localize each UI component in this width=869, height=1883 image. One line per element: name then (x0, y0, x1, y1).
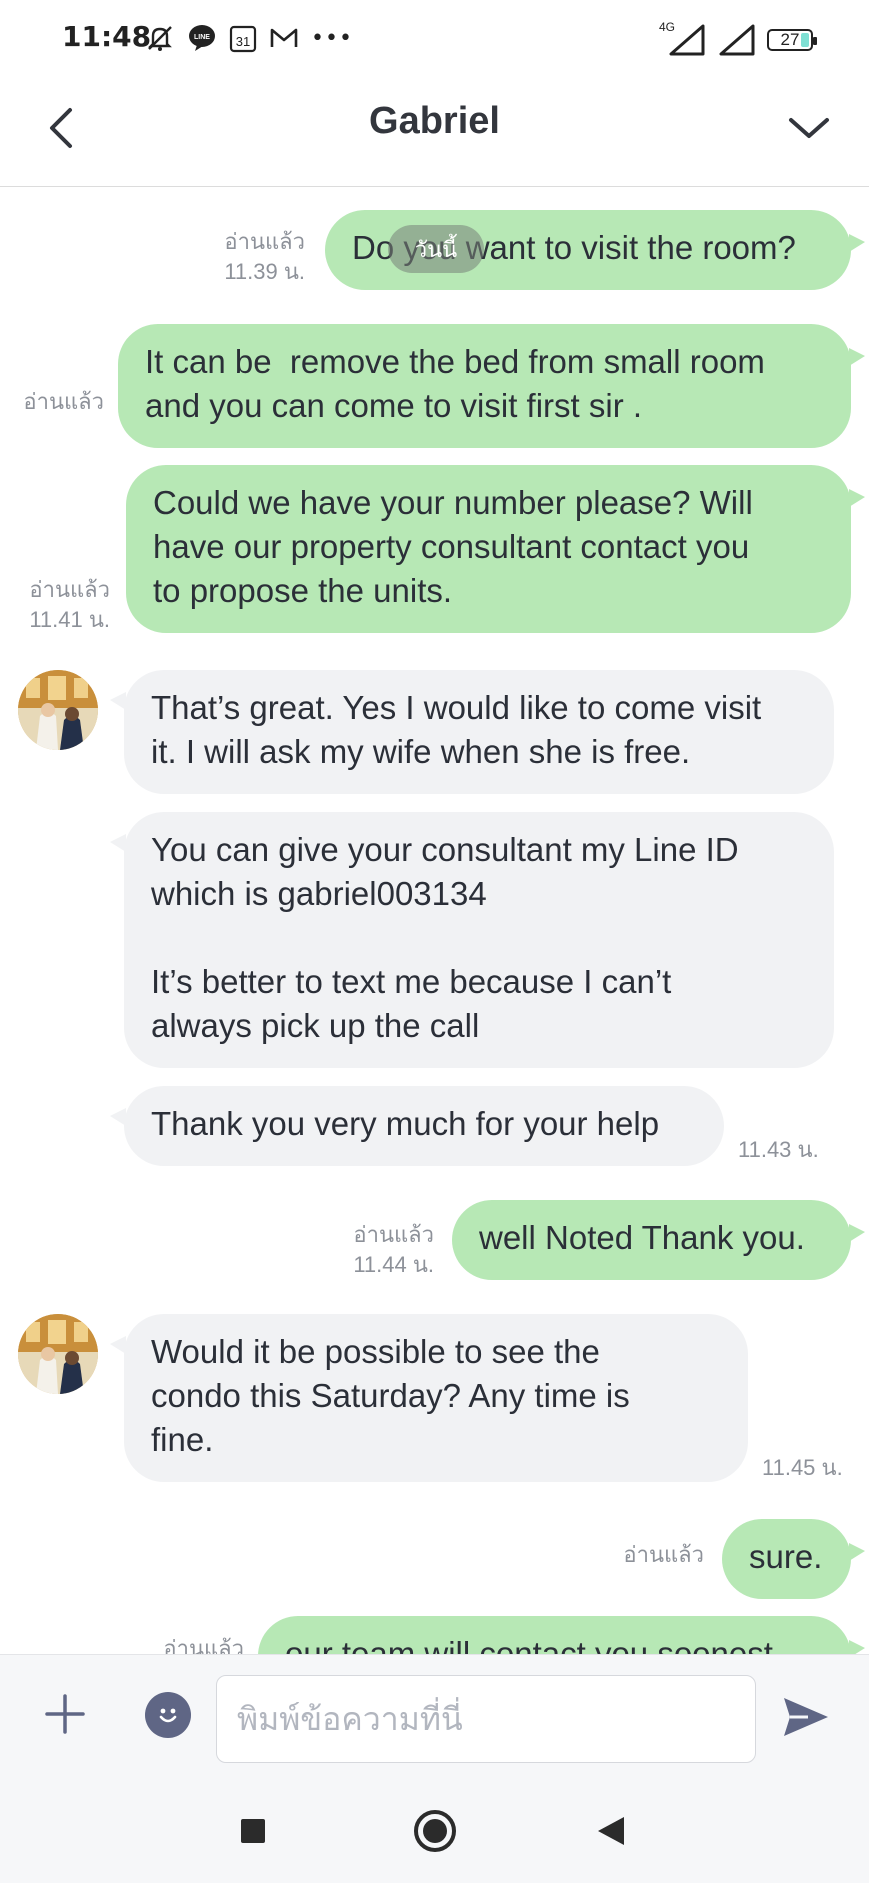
plus-icon (45, 1694, 85, 1734)
battery-level: 27 (780, 30, 800, 49)
chevron-down-icon (789, 118, 829, 138)
chat-header: Gabriel (0, 78, 869, 187)
avatar-image (18, 670, 98, 750)
home-button[interactable] (410, 1806, 460, 1856)
status-system-icons: 4G 27 (659, 20, 817, 60)
outgoing-message[interactable]: It can be remove the bed from small room… (118, 324, 865, 448)
signal-icon (717, 24, 757, 56)
incoming-message[interactable]: Would it be possible to see the condo th… (110, 1314, 748, 1482)
status-notification-icons: LINE 31 ••• (145, 20, 353, 56)
emoji-button[interactable] (145, 1692, 191, 1738)
outgoing-message[interactable]: sure. (722, 1519, 865, 1599)
read-receipt: อ่านแล้ว (163, 1636, 244, 1654)
incoming-message[interactable]: Thank you very much for your help (110, 1086, 724, 1166)
send-icon (784, 1698, 828, 1736)
svg-text:31: 31 (236, 34, 250, 49)
network-type-label: 4G (659, 20, 676, 34)
message-composer (0, 1654, 869, 1779)
calendar-icon: 31 (229, 23, 257, 53)
incoming-message[interactable]: You can give your consultant my Line ID … (110, 812, 834, 1068)
outgoing-message[interactable]: Could we have your number please? Will h… (126, 465, 865, 633)
smiley-icon (159, 1708, 177, 1723)
line-app-icon: LINE (187, 23, 217, 53)
message-time: 11.43 น. (738, 1137, 819, 1162)
square-icon (241, 1819, 265, 1843)
back-nav-button[interactable] (586, 1806, 636, 1856)
muted-bell-icon (145, 23, 175, 53)
battery-icon: 27 (767, 29, 817, 51)
avatar[interactable] (18, 670, 98, 750)
outgoing-message[interactable]: well Noted Thank you. (452, 1200, 865, 1280)
send-button[interactable] (778, 1689, 834, 1745)
more-notifications-icon: ••• (311, 25, 353, 51)
mobile-data-icon: 4G (659, 20, 707, 56)
avatar[interactable] (18, 1314, 98, 1394)
gmail-icon (269, 25, 299, 51)
menu-dropdown-button[interactable] (779, 98, 839, 158)
status-bar: 11:48 LINE 31 ••• 4G 27 (0, 0, 869, 78)
add-attachment-button[interactable] (40, 1689, 90, 1739)
read-receipt: อ่านแล้ว (23, 389, 104, 414)
triangle-back-icon (598, 1817, 624, 1845)
read-receipt: อ่านแล้ว 11.41 น. (29, 577, 110, 632)
incoming-message[interactable]: That’s great. Yes I would like to come v… (110, 670, 834, 794)
svg-text:LINE: LINE (194, 34, 210, 41)
home-circle-icon (414, 1810, 456, 1852)
recent-apps-button[interactable] (228, 1806, 278, 1856)
read-receipt: อ่านแล้ว (623, 1542, 704, 1567)
message-input[interactable] (216, 1675, 756, 1763)
read-receipt: อ่านแล้ว 11.44 น. (353, 1222, 434, 1277)
read-receipt: อ่านแล้ว 11.39 น. (224, 229, 305, 284)
avatar-image (18, 1314, 98, 1394)
status-time: 11:48 (62, 20, 152, 53)
date-pill: วันนี้ (388, 225, 484, 273)
message-list[interactable]: อ่านแล้ว 11.39 น. Do you want to visit t… (0, 187, 869, 1654)
system-navigation-bar (0, 1778, 869, 1883)
message-time: 11.45 น. (762, 1455, 843, 1480)
chat-title[interactable]: Gabriel (0, 100, 869, 143)
outgoing-message[interactable]: our team will contact you soonest (258, 1616, 865, 1654)
